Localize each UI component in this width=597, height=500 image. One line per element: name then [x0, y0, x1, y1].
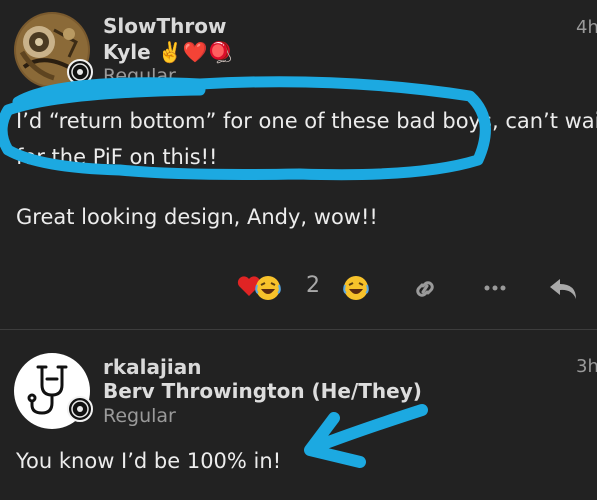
post-timestamp[interactable]: 4h	[576, 17, 597, 38]
post-text-line: for the PiF on this!!	[16, 145, 218, 169]
more-icon[interactable]	[482, 278, 508, 298]
laughing-emoji-icon[interactable]	[255, 275, 281, 301]
full-name[interactable]: Berv Throwington (He/They)	[103, 379, 422, 403]
post-rkalajian: rkalajian Berv Throwington (He/They) Reg…	[0, 331, 597, 500]
post-text-line: You know I’d be 100% in!	[16, 449, 282, 473]
user-title: Regular	[103, 405, 176, 427]
post-text-line: I’d “return bottom” for one of these bad…	[16, 109, 597, 133]
username[interactable]: SlowThrow	[103, 14, 226, 38]
post-text-line: Great looking design, Andy, wow!!	[16, 205, 378, 229]
laughing-emoji-icon[interactable]	[343, 275, 369, 301]
post-divider	[0, 329, 597, 330]
link-icon[interactable]	[410, 275, 440, 303]
username[interactable]: rkalajian	[103, 355, 201, 379]
full-name[interactable]: Kyle ✌️❤️🪀	[103, 40, 232, 64]
post-actions: 2	[0, 270, 597, 310]
reaction-count[interactable]: 2	[306, 273, 320, 298]
user-title: Regular	[103, 65, 176, 87]
reply-icon[interactable]	[548, 273, 580, 303]
post-slowthrow: SlowThrow Kyle ✌️❤️🪀 Regular 4h I’d “ret…	[0, 0, 597, 330]
flair-badge-icon	[67, 59, 93, 85]
flair-badge-icon	[67, 396, 93, 422]
post-timestamp[interactable]: 3h	[576, 356, 597, 377]
